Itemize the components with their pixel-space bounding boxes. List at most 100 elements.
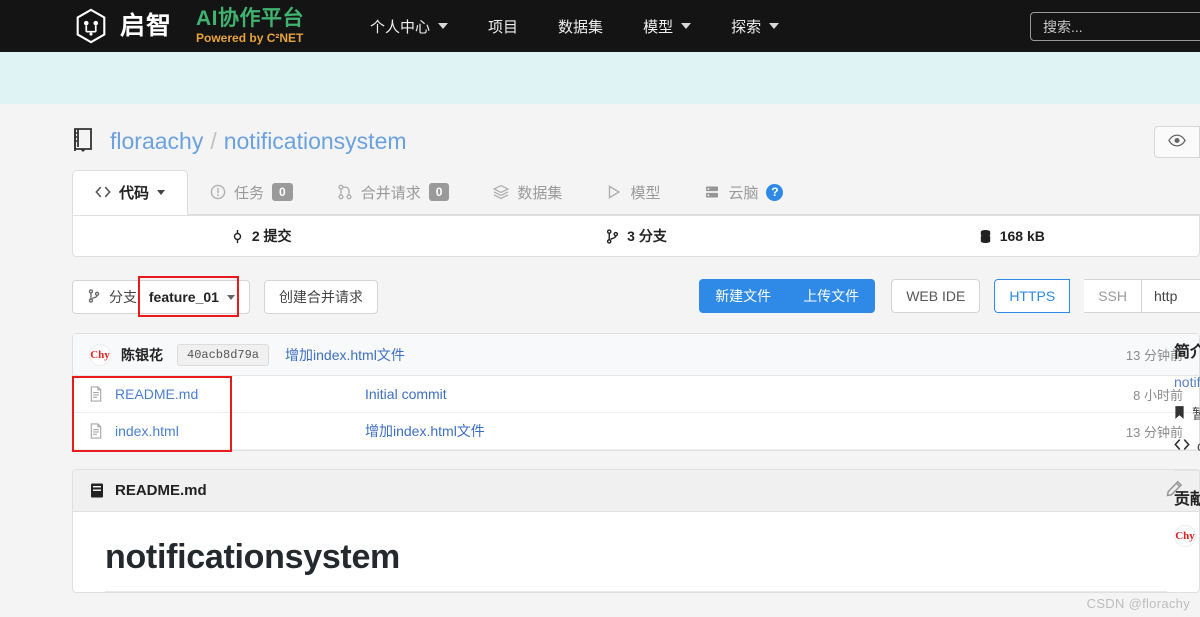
branch-icon	[605, 228, 620, 244]
stat-size[interactable]: 168 kB	[824, 228, 1199, 244]
file-name-link[interactable]: README.md	[115, 386, 365, 402]
repo-stats-bar: 2 提交 3 分支 168 kB	[72, 215, 1200, 257]
readme-heading-rule	[105, 591, 1167, 592]
tab-models[interactable]: 模型	[584, 170, 682, 214]
file-commit-message[interactable]: Initial commit	[365, 386, 447, 402]
sidebar-description: notif	[1174, 374, 1200, 390]
tab-badge: 0	[428, 183, 450, 201]
stat-branches[interactable]: 3 分支	[448, 226, 823, 246]
sidebar-divider	[1174, 470, 1200, 471]
nav-label: 项目	[488, 18, 519, 36]
web-ide-button[interactable]: WEB IDE	[891, 279, 981, 313]
chevron-down-icon	[438, 23, 449, 29]
sidebar-contributors-title: 贡献	[1174, 491, 1200, 508]
tab-pull-requests[interactable]: 合并请求 0	[315, 170, 472, 214]
commit-hash[interactable]: 40acb8d79a	[177, 343, 270, 366]
tab-badge: 0	[272, 183, 293, 201]
breadcrumb: floraachy / notificationsystem	[110, 128, 407, 155]
file-icon	[89, 422, 104, 440]
search-input[interactable]	[1031, 13, 1200, 40]
tab-label: 代码	[119, 185, 150, 202]
repo-tabbar: 代码 任务 0 合并请求 0 数据集 模型 云脑 ?	[72, 170, 1200, 215]
avatar[interactable]: Chy	[89, 343, 111, 366]
file-name-link[interactable]: index.html	[115, 423, 365, 439]
help-icon[interactable]: ?	[766, 183, 784, 201]
tab-label: 数据集	[517, 184, 563, 202]
book-icon	[89, 482, 105, 499]
nav-item-models[interactable]: 模型	[623, 16, 711, 37]
sidebar-language-row[interactable]: c	[1174, 438, 1200, 454]
readme-body: notificationsystem	[73, 512, 1199, 592]
file-commit-message[interactable]: 增加index.html文件	[365, 421, 485, 441]
create-pr-label: 创建合并请求	[278, 289, 363, 305]
tab-datasets[interactable]: 数据集	[471, 170, 584, 214]
commit-icon	[230, 229, 245, 244]
stack-icon	[493, 184, 510, 200]
issue-icon	[210, 184, 226, 200]
search-box[interactable]	[1030, 12, 1200, 41]
play-icon	[606, 184, 622, 200]
page-banner-strip	[0, 52, 1200, 104]
nav-item-projects[interactable]: 项目	[468, 16, 538, 37]
nav-label: 数据集	[558, 18, 604, 36]
repository-icon	[72, 127, 96, 155]
sidebar-contributor-avatar[interactable]: Chy	[1174, 525, 1200, 547]
clone-protocol-https[interactable]: HTTPS	[994, 279, 1071, 313]
commit-author[interactable]: 陈银花	[121, 345, 163, 365]
repo-header: floraachy / notificationsystem	[0, 104, 1200, 160]
nav-item-datasets[interactable]: 数据集	[538, 16, 623, 37]
watermark: CSDN @florachy	[1086, 596, 1190, 611]
nav-item-personal-center[interactable]: 个人中心	[350, 16, 468, 37]
stat-label: 3 分支	[627, 228, 667, 244]
commit-message[interactable]: 增加index.html文件	[285, 345, 405, 365]
watch-button[interactable]	[1154, 126, 1200, 158]
new-upload-file-group: 新建文件 上传文件	[699, 279, 876, 313]
tab-issues[interactable]: 任务 0	[188, 170, 315, 214]
breadcrumb-repo[interactable]: notificationsystem	[224, 128, 407, 154]
brand-subtitle: Powered by C²NET	[196, 30, 304, 45]
chevron-down-icon	[681, 23, 692, 29]
tab-cloudbrain[interactable]: 云脑 ?	[682, 170, 805, 214]
repo-sidebar: 简介 notif 暂 c 贡献 Chy	[1174, 338, 1200, 547]
tab-label: 任务	[234, 184, 265, 202]
breadcrumb-owner[interactable]: floraachy	[110, 128, 203, 154]
tab-label: 云脑	[728, 184, 759, 202]
brand-tagline: AI协作平台 Powered by C²NET	[196, 6, 305, 45]
upload-file-button[interactable]: 上传文件	[787, 286, 875, 306]
repo-action-row: 分支: feature_01 创建合并请求 新建文件 上传文件 WEB IDE …	[72, 276, 1200, 317]
table-row[interactable]: README.md Initial commit 8 小时前	[73, 376, 1199, 413]
qizhi-logo-icon	[72, 7, 110, 45]
create-pull-request-button[interactable]: 创建合并请求	[263, 280, 378, 314]
avatar[interactable]: Chy	[1174, 525, 1196, 547]
latest-commit-row: Chy 陈银花 40acb8d79a 增加index.html文件 13 分钟前	[73, 334, 1199, 376]
sidebar-license-row[interactable]: 暂	[1174, 404, 1200, 424]
chevron-down-icon	[226, 294, 235, 300]
chevron-down-icon	[157, 190, 166, 195]
readme-title: README.md	[115, 482, 207, 499]
table-row[interactable]: index.html 增加index.html文件 13 分钟前	[73, 413, 1199, 450]
stat-commits[interactable]: 2 提交	[73, 226, 448, 246]
clone-protocol-ssh[interactable]: SSH	[1084, 279, 1142, 313]
readme-heading: notificationsystem	[105, 538, 400, 576]
server-icon	[704, 184, 720, 200]
readme-panel: README.md notificationsystem	[72, 469, 1200, 593]
branch-selector[interactable]: 分支: feature_01	[72, 280, 250, 314]
clone-controls: WEB IDE HTTPS SSH http	[891, 279, 1200, 313]
chevron-down-icon	[769, 23, 780, 29]
brand-logo[interactable]: 启智 AI协作平台 Powered by C²NET	[72, 7, 304, 45]
nav-item-explore[interactable]: 探索	[711, 16, 799, 37]
clone-url-field[interactable]: http	[1142, 279, 1200, 313]
tab-code[interactable]: 代码	[72, 170, 189, 215]
tab-label: 合并请求	[360, 184, 421, 202]
breadcrumb-separator: /	[210, 127, 217, 154]
branch-prefix-label: 分支:	[109, 289, 141, 305]
sidebar-about-title: 简介	[1174, 344, 1200, 361]
brand-title: AI协作平台	[196, 6, 305, 30]
new-file-button[interactable]: 新建文件	[699, 286, 787, 306]
readme-header: README.md	[73, 470, 1199, 512]
code-icon	[1174, 438, 1190, 454]
bookmark-icon	[1174, 405, 1185, 423]
tab-label: 模型	[630, 184, 661, 202]
pull-request-icon	[337, 184, 353, 200]
file-icon	[89, 385, 104, 403]
